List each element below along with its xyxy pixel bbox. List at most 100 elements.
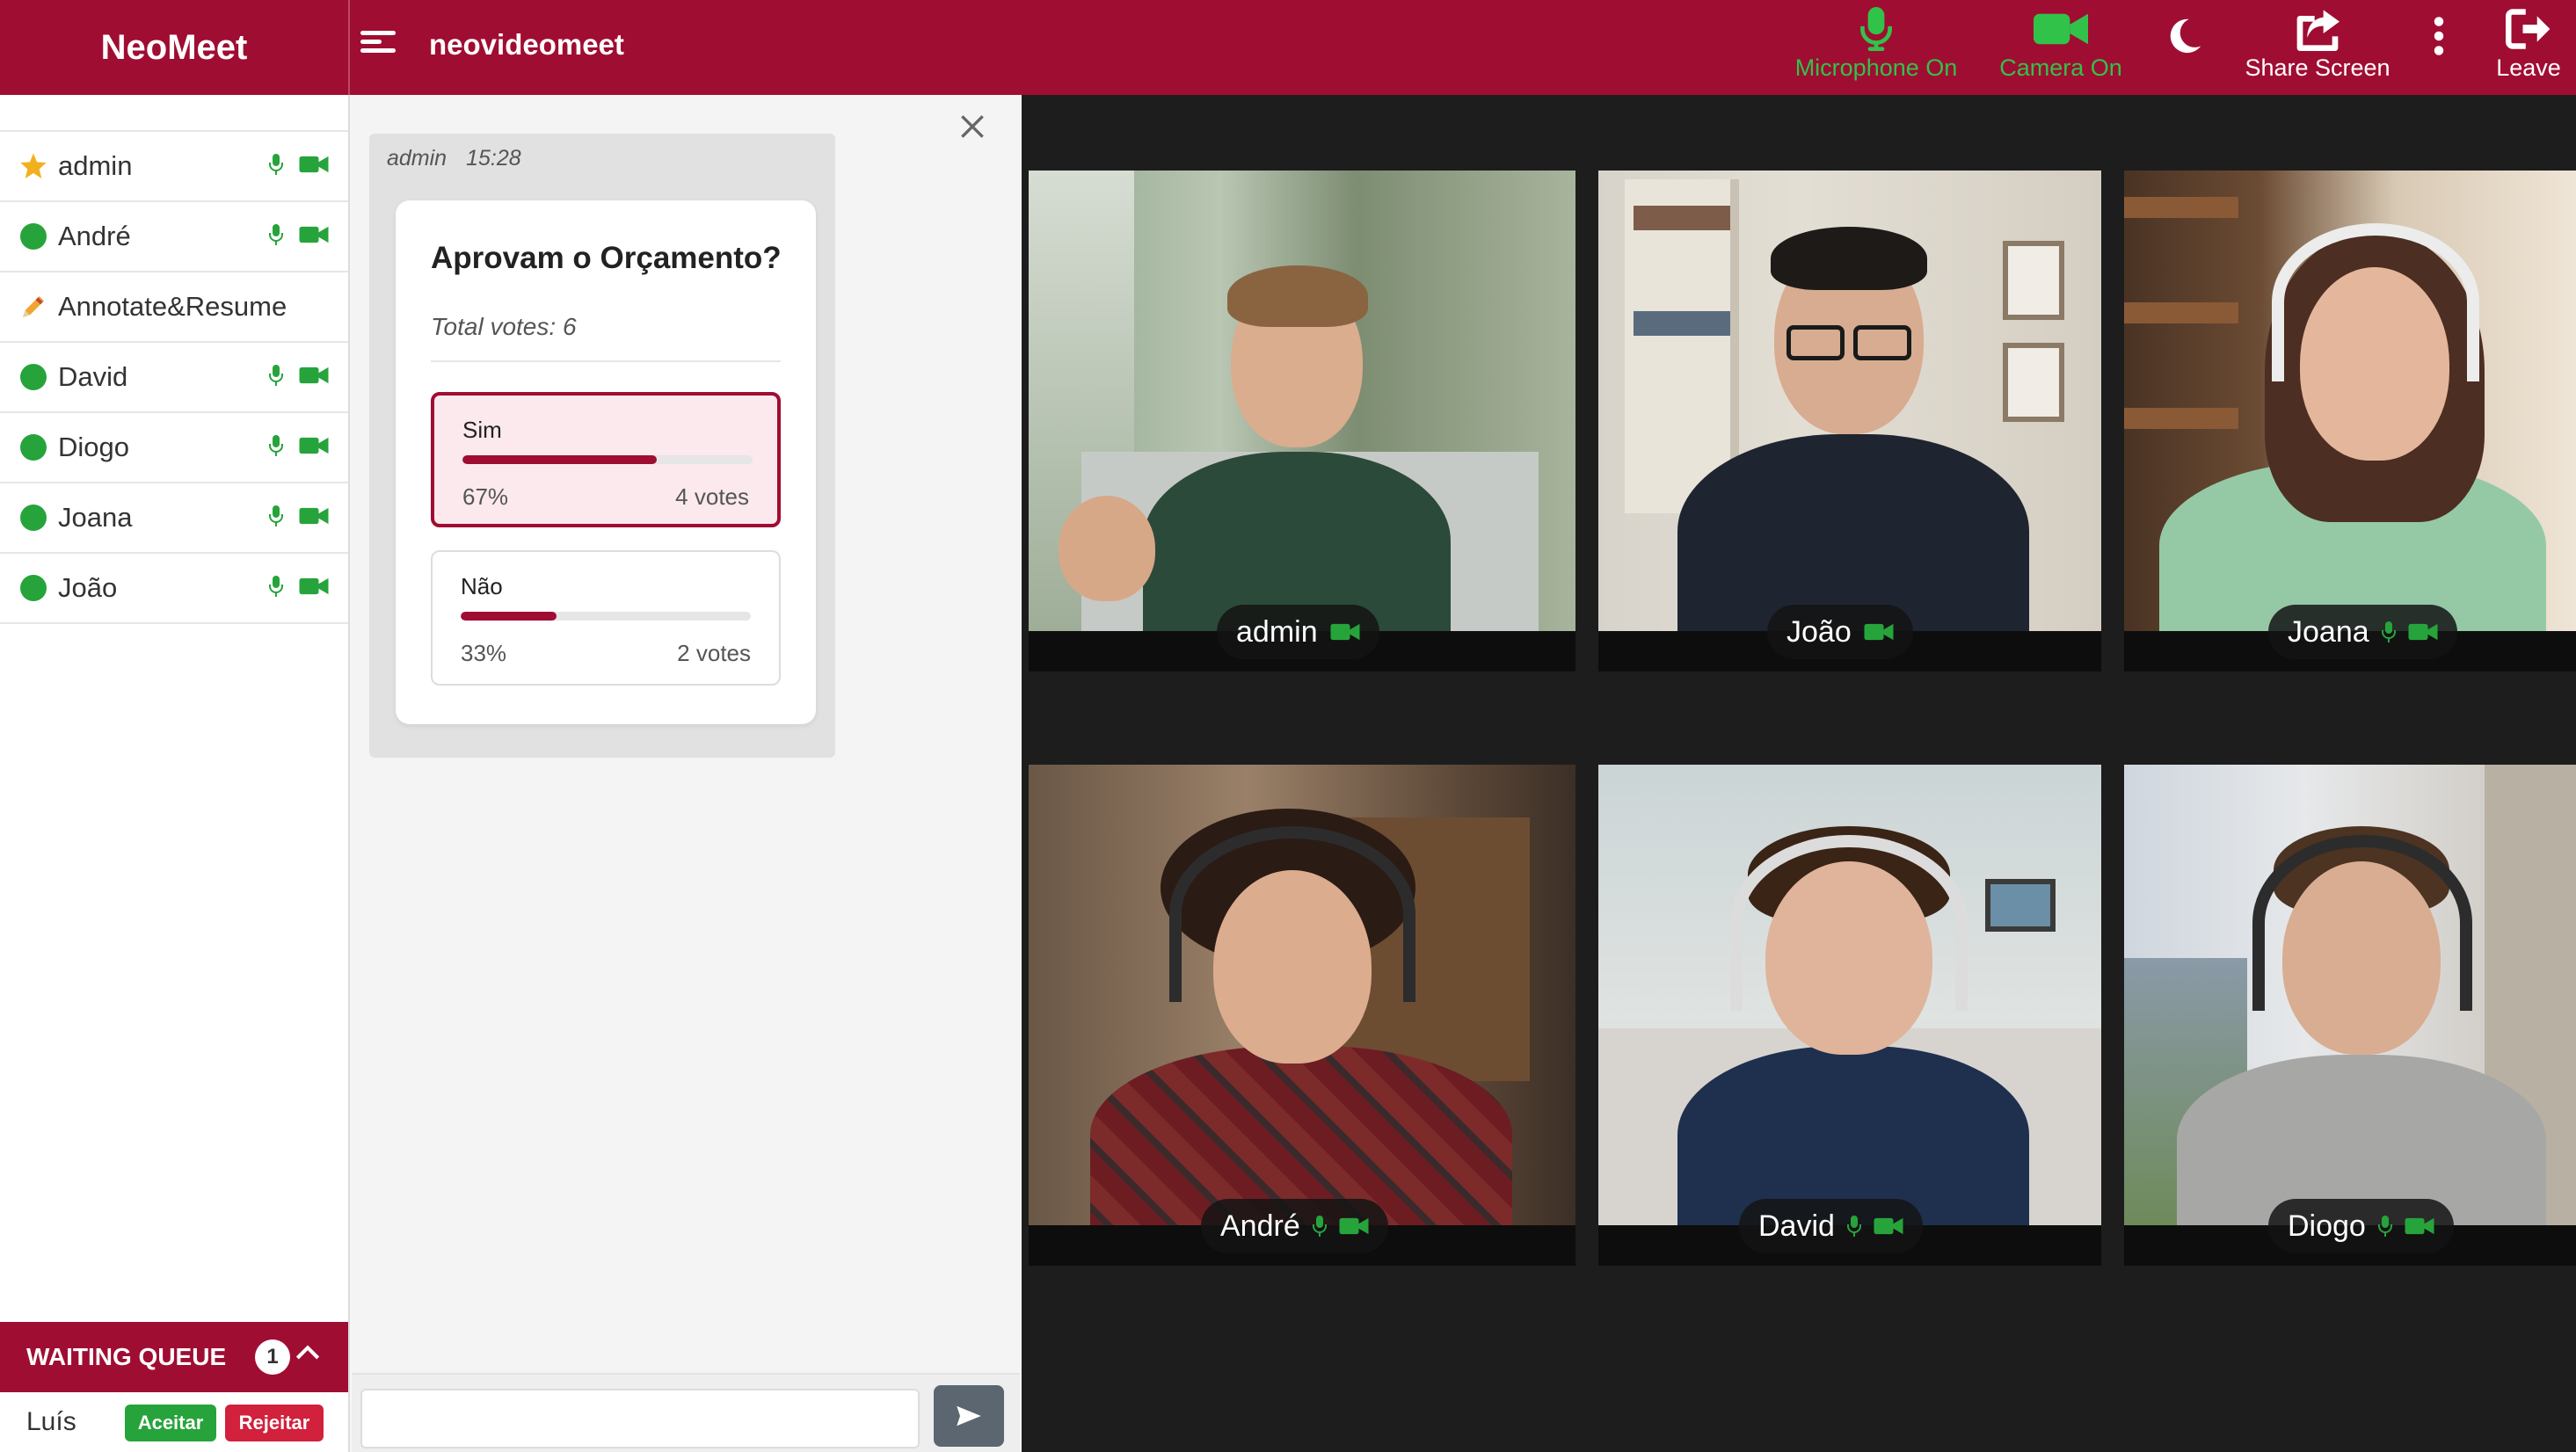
participant-name-tag: Diogo: [2268, 1199, 2454, 1253]
video-tile[interactable]: André: [1029, 765, 1575, 1266]
poll-option-bar: [462, 455, 753, 464]
room-title: neovideomeet: [429, 28, 624, 61]
accept-button[interactable]: Aceitar: [125, 1405, 216, 1441]
participant-name: Joana: [58, 502, 133, 533]
participant-name: David: [58, 361, 128, 392]
share-screen-button[interactable]: Share Screen: [2238, 7, 2397, 88]
moon-icon: [2170, 18, 2201, 54]
poll-option[interactable]: Sim 67% 4 votes: [431, 392, 781, 527]
microphone-icon: [269, 224, 283, 245]
camera-icon: [1874, 1217, 1903, 1235]
online-status-dot: [20, 434, 47, 461]
online-status-dot: [20, 505, 47, 531]
video-feed: [1029, 171, 1575, 645]
share-screen-label: Share Screen: [2245, 54, 2390, 81]
video-participant-name: Joana: [2288, 614, 2369, 649]
camera-icon: [299, 367, 329, 384]
participant-row[interactable]: André: [0, 202, 348, 272]
poll-option-label: Não: [461, 573, 503, 599]
participant-row[interactable]: David: [0, 343, 348, 413]
video-participant-name: João: [1786, 614, 1852, 649]
close-icon[interactable]: [955, 109, 990, 144]
microphone-icon: [269, 154, 283, 175]
poll-option[interactable]: Não 33% 2 votes: [431, 550, 781, 686]
menu-toggle-button[interactable]: [360, 26, 396, 62]
reject-button[interactable]: Rejeitar: [225, 1405, 324, 1441]
message-time: 15:28: [466, 146, 521, 171]
waiting-queue-header[interactable]: WAITING QUEUE 1: [0, 1322, 348, 1392]
divider: [431, 360, 781, 362]
message-meta: admin 15:28: [387, 146, 521, 171]
video-tile[interactable]: Joana: [2124, 171, 2576, 672]
poll-option-label: Sim: [462, 417, 502, 443]
poll-question: Aprovam o Orçamento?: [431, 241, 782, 275]
video-participant-name: Diogo: [2288, 1209, 2366, 1243]
queue-item: Luís Aceitar Rejeitar: [0, 1392, 348, 1452]
send-button[interactable]: [934, 1385, 1004, 1447]
message-author: admin: [387, 146, 448, 171]
camera-icon: [2408, 623, 2438, 641]
video-tile[interactable]: João: [1598, 171, 2101, 672]
participants-sidebar: admin André Annotate&Resume David Diogo …: [0, 95, 350, 1452]
participant-row[interactable]: Joana: [0, 483, 348, 554]
video-tile[interactable]: Diogo: [2124, 765, 2576, 1266]
video-participant-name: David: [1758, 1209, 1835, 1243]
participant-list: admin André Annotate&Resume David Diogo …: [0, 130, 348, 624]
top-bar: NeoMeet neovideomeet Microphone On Camer…: [0, 0, 2576, 95]
poll-card: Aprovam o Orçamento? Total votes: 6 Sim …: [396, 200, 816, 724]
video-tile[interactable]: admin: [1029, 171, 1575, 672]
theme-toggle-button[interactable]: [2163, 7, 2205, 88]
leave-icon: [2506, 9, 2551, 49]
participant-name: admin: [58, 150, 133, 181]
poll-option-percent: 67%: [462, 483, 509, 510]
video-feed: [1598, 171, 2101, 645]
participant-row[interactable]: admin: [0, 132, 348, 202]
chevron-up-icon: [295, 1345, 320, 1360]
app-logo: NeoMeet: [0, 0, 350, 95]
pencil-icon: [19, 293, 47, 321]
participant-row[interactable]: João: [0, 554, 348, 624]
more-options-button[interactable]: [2423, 7, 2455, 88]
video-feed: [2124, 765, 2576, 1239]
participant-name: André: [58, 221, 131, 251]
waiting-queue-title: WAITING QUEUE: [26, 1343, 227, 1370]
participant-name-tag: Joana: [2268, 605, 2457, 659]
poll-option-votes: 2 votes: [677, 640, 751, 666]
online-status-dot: [20, 223, 47, 250]
participant-row[interactable]: Diogo: [0, 413, 348, 483]
camera-button[interactable]: Camera On: [1990, 7, 2131, 88]
camera-icon: [2034, 13, 2088, 45]
chat-composer: [352, 1373, 1020, 1452]
video-tile[interactable]: David: [1598, 765, 2101, 1266]
queue-count-badge: 1: [255, 1339, 290, 1375]
camera-icon: [299, 156, 329, 173]
microphone-icon: [269, 576, 283, 597]
more-vertical-icon: [2434, 17, 2444, 55]
microphone-button[interactable]: Microphone On: [1788, 7, 1964, 88]
share-screen-icon: [2296, 10, 2340, 51]
camera-icon: [299, 437, 329, 454]
camera-icon: [299, 577, 329, 595]
camera-label: Camera On: [1999, 54, 2122, 81]
participant-name: Diogo: [58, 432, 129, 462]
microphone-icon: [269, 365, 283, 386]
video-feed: [2124, 171, 2576, 645]
video-feed: [1598, 765, 2101, 1239]
leave-button[interactable]: Leave: [2493, 7, 2564, 88]
chat-message-input[interactable]: [360, 1389, 920, 1448]
microphone-icon: [269, 505, 283, 526]
video-feed: [1029, 765, 1575, 1239]
microphone-icon: [2381, 621, 2396, 643]
participant-row[interactable]: Annotate&Resume: [0, 272, 348, 343]
star-icon: [19, 152, 47, 180]
participant-name-tag: David: [1739, 1199, 1923, 1253]
poll-option-fill: [462, 455, 658, 464]
participant-name: João: [58, 572, 118, 603]
online-status-dot: [20, 575, 47, 601]
poll-option-fill: [461, 612, 557, 621]
participant-name-tag: admin: [1217, 605, 1379, 659]
video-participant-name: André: [1220, 1209, 1300, 1243]
poll-option-bar: [461, 612, 751, 621]
chat-message: admin 15:28 Aprovam o Orçamento? Total vo…: [369, 134, 835, 758]
video-participant-name: admin: [1236, 614, 1318, 649]
